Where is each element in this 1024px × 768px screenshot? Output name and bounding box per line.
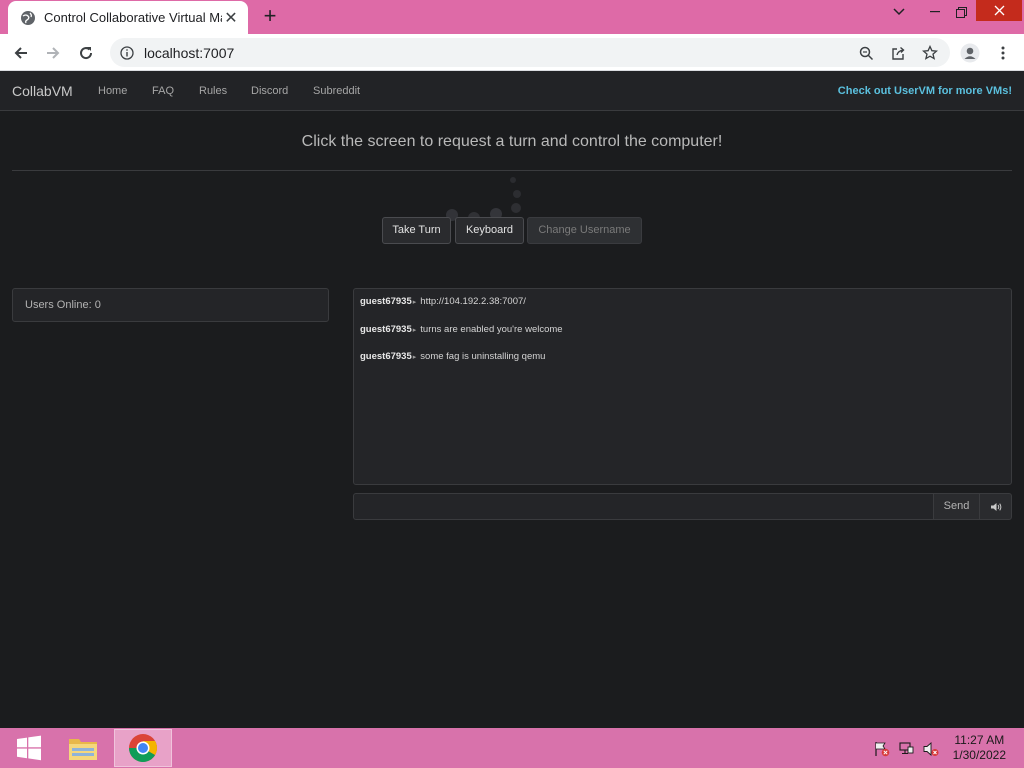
chat-message: guest67935▸ turns are enabled you're welc… <box>360 324 1005 352</box>
keyboard-button[interactable]: Keyboard <box>455 217 524 244</box>
volume-muted-icon[interactable] <box>922 740 940 758</box>
browser-toolbar: localhost:7007 <box>0 34 1024 71</box>
chat-text: turns are enabled you're welcome <box>420 323 563 335</box>
windows-logo-icon <box>17 735 41 761</box>
windows-taskbar: 11:27 AM 1/30/2022 <box>0 728 1024 768</box>
chat-message: guest67935▸ some fag is uninstalling qemu <box>360 351 1005 379</box>
take-turn-button[interactable]: Take Turn <box>382 217 451 244</box>
users-online-panel: Users Online: 0 <box>12 288 329 322</box>
nav-link-faq[interactable]: FAQ <box>152 85 174 97</box>
change-username-button[interactable]: Change Username <box>527 217 642 244</box>
nav-link-discord[interactable]: Discord <box>251 85 288 97</box>
browser-tab-strip: Control Collaborative Virtual Ma ✕ + <box>0 0 1024 34</box>
page-heading: Click the screen to request a turn and c… <box>301 133 723 150</box>
chrome-taskbar-icon[interactable] <box>114 729 172 767</box>
chat-text: some fag is uninstalling qemu <box>420 351 546 362</box>
users-online-count: Users Online: 0 <box>25 299 101 311</box>
reload-icon[interactable] <box>73 40 99 66</box>
close-window-icon[interactable] <box>976 0 1022 21</box>
chat-panel[interactable]: guest67935▸ http://104.192.2.38:7007/ gue… <box>353 288 1012 485</box>
clock-date: 1/30/2022 <box>952 748 1006 762</box>
new-tab-button[interactable]: + <box>258 4 282 28</box>
chat-username[interactable]: guest67935 <box>360 351 412 362</box>
tab-search-icon[interactable] <box>882 0 916 24</box>
browser-tab[interactable]: Control Collaborative Virtual Ma ✕ <box>8 1 248 34</box>
bookmark-star-icon[interactable] <box>917 40 943 66</box>
volume-icon <box>990 502 1001 511</box>
tab-title: Control Collaborative Virtual Ma <box>44 10 222 25</box>
close-tab-icon[interactable]: ✕ <box>222 8 240 28</box>
share-icon[interactable] <box>885 40 911 66</box>
chat-text: http://104.192.2.38:7007/ <box>420 296 526 307</box>
url-text: localhost:7007 <box>144 44 235 61</box>
globe-icon <box>21 10 35 25</box>
nav-link-rules[interactable]: Rules <box>199 85 227 97</box>
site-navbar: CollabVM Home FAQ Rules Discord Subreddi… <box>0 71 1024 111</box>
nav-link-home[interactable]: Home <box>98 85 127 97</box>
network-icon[interactable] <box>898 740 916 758</box>
volume-button[interactable] <box>979 493 1012 520</box>
chat-input[interactable] <box>353 493 934 520</box>
chat-arrow-icon: ▸ <box>412 326 417 334</box>
action-center-flag-icon[interactable] <box>873 740 891 758</box>
file-explorer-taskbar-icon[interactable] <box>54 729 112 767</box>
start-button[interactable] <box>0 729 58 767</box>
system-clock[interactable]: 11:27 AM 1/30/2022 <box>953 733 1006 763</box>
address-bar[interactable]: localhost:7007 <box>110 38 950 67</box>
uservm-promo-link[interactable]: Check out UserVM for more VMs! <box>838 85 1012 97</box>
zoom-icon[interactable] <box>853 40 879 66</box>
chat-arrow-icon: ▸ <box>412 299 417 306</box>
forward-icon[interactable] <box>40 40 66 66</box>
clock-time: 11:27 AM <box>954 733 1005 747</box>
site-brand[interactable]: CollabVM <box>12 83 73 99</box>
chat-username[interactable]: guest67935 <box>360 296 412 307</box>
chat-arrow-icon: ▸ <box>412 354 417 361</box>
chat-message: guest67935▸ http://104.192.2.38:7007/ <box>360 296 1005 324</box>
info-icon[interactable] <box>120 45 134 60</box>
chat-username[interactable]: guest67935 <box>360 324 412 335</box>
divider <box>12 170 1012 171</box>
back-icon[interactable] <box>8 40 34 66</box>
nav-link-subreddit[interactable]: Subreddit <box>313 85 360 97</box>
profile-avatar-icon[interactable] <box>957 40 983 66</box>
restore-icon[interactable] <box>944 0 978 24</box>
menu-kebab-icon[interactable] <box>990 40 1016 66</box>
send-button[interactable]: Send <box>933 493 980 520</box>
